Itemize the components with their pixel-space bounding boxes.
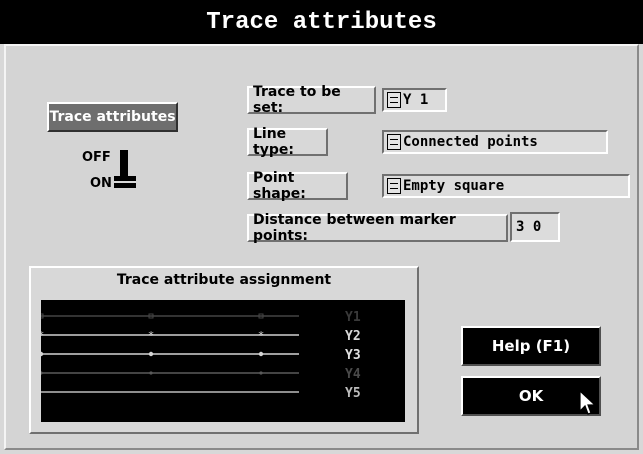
trace-label-y3: Y3	[345, 348, 361, 363]
trace-attributes-toggle-label: Trace attributes	[49, 109, 176, 125]
point-shape-value: Empty square	[403, 178, 505, 194]
marker-distance-input[interactable]: 3 0	[510, 212, 560, 242]
trace-marker-y2-1: *	[148, 329, 155, 342]
help-button-label: Help (F1)	[491, 337, 571, 355]
trace-marker-y4-0	[39, 371, 43, 375]
window-title: Trace attributes	[206, 8, 437, 36]
line-type-value: Connected points	[403, 134, 538, 150]
line-type-label: Line type:	[247, 126, 328, 158]
trace-preview-area: Y1 * * * Y2 Y3 Y4 Y5	[38, 300, 405, 422]
switch-on-label: ON	[90, 176, 112, 191]
trace-attributes-dialog: Trace attributes OFF ON Trace to be set:…	[4, 44, 639, 450]
cycle-arrows-icon[interactable]	[387, 92, 401, 108]
trace-label-y4: Y4	[345, 367, 361, 382]
trace-label-y1: Y1	[345, 310, 361, 325]
line-type-label-text: Line type:	[253, 126, 294, 158]
trace-assignment-panel: Trace attribute assignment Y1 * * * Y2 Y3 Y4 Y5	[29, 266, 419, 434]
line-type-select[interactable]: Connected points	[382, 130, 608, 154]
trace-attributes-toggle-button[interactable]: Trace attributes	[47, 102, 178, 132]
mouse-pointer-icon	[579, 390, 597, 415]
trace-label-y2: Y2	[345, 329, 361, 344]
trace-to-set-select[interactable]: Y 1	[382, 88, 447, 112]
title-bar: Trace attributes	[0, 0, 643, 44]
trace-marker-y3-2	[258, 351, 264, 357]
help-button[interactable]: Help (F1)	[461, 326, 601, 366]
point-shape-select[interactable]: Empty square	[382, 174, 630, 198]
trace-preview-svg: Y1 * * * Y2 Y3 Y4 Y5	[38, 310, 361, 401]
point-shape-label: Point shape:	[247, 170, 348, 202]
trace-marker-y3-1	[148, 351, 154, 357]
trace-marker-y4-1	[149, 371, 153, 375]
switch-lever	[120, 150, 128, 176]
trace-assignment-title: Trace attribute assignment	[116, 272, 332, 288]
cycle-arrows-icon[interactable]	[387, 178, 401, 194]
trace-marker-y3-0	[38, 351, 44, 357]
trace-to-set-value: Y 1	[403, 92, 429, 108]
marker-distance-label-text: Distance between marker points:	[253, 212, 456, 244]
switch-base-line	[114, 181, 136, 183]
trace-to-set-label-text: Trace to be set:	[253, 84, 341, 116]
ok-button-label: OK	[518, 387, 544, 405]
point-shape-label-text: Point shape:	[253, 170, 306, 202]
switch-off-label: OFF	[82, 150, 111, 165]
trace-label-y5: Y5	[345, 386, 361, 401]
trace-marker-y2-2: *	[258, 329, 265, 342]
trace-marker-y4-2	[259, 371, 263, 375]
cycle-arrows-icon[interactable]	[387, 134, 401, 150]
marker-distance-label: Distance between marker points:	[247, 212, 508, 244]
trace-to-set-label: Trace to be set:	[247, 84, 376, 116]
trace-marker-y2-0: *	[41, 329, 44, 342]
marker-distance-value: 3 0	[516, 219, 542, 235]
on-off-switch[interactable]	[114, 150, 138, 190]
